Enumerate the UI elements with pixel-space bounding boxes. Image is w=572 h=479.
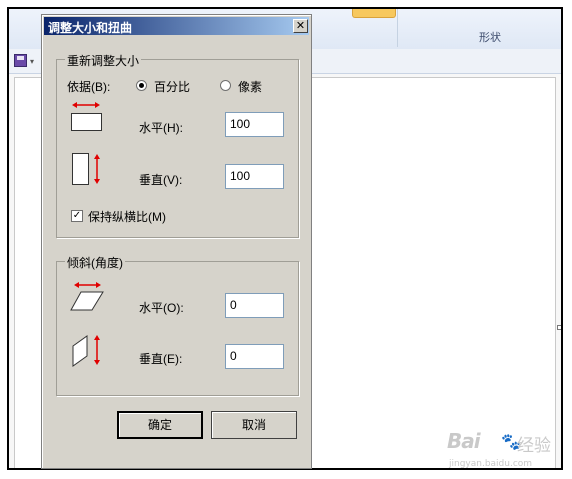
- keep-aspect-ratio-checkbox[interactable]: ✓: [71, 210, 83, 222]
- watermark-brand: Bai: [447, 429, 481, 453]
- radio-percentage[interactable]: [136, 80, 147, 91]
- skew-group: 倾斜(角度) 水平(O): 0 垂直(E): 0: [56, 254, 299, 396]
- resize-group-legend: 重新调整大小: [65, 52, 142, 69]
- skew-vertical-input[interactable]: 0: [225, 344, 284, 369]
- radio-percentage-label[interactable]: 百分比: [154, 78, 190, 95]
- baidu-watermark: Bai 🐾 经验 jingyan.baidu.com: [447, 429, 557, 469]
- watermark-url: jingyan.baidu.com: [449, 459, 533, 469]
- resize-horizontal-input[interactable]: 100: [225, 112, 284, 137]
- skew-horizontal-label: 水平(O):: [139, 301, 184, 315]
- ribbon-group-label-shapes: 形状: [479, 31, 501, 44]
- watermark-cn: 经验: [517, 436, 551, 456]
- resize-vertical-input[interactable]: 100: [225, 164, 284, 189]
- close-button[interactable]: ✕: [293, 19, 308, 33]
- ribbon-gallery-button[interactable]: [352, 9, 396, 18]
- keep-aspect-ratio-label[interactable]: 保持纵横比(M): [88, 208, 166, 225]
- skew-group-legend: 倾斜(角度): [65, 254, 125, 271]
- resize-horizontal-label: 水平(H):: [139, 121, 183, 135]
- horizontal-resize-icon: [71, 102, 102, 131]
- vertical-skew-icon: [72, 335, 100, 367]
- dialog-title: 调整大小和扭曲: [48, 21, 133, 35]
- basis-label: 依据(B):: [67, 80, 111, 94]
- cancel-button[interactable]: 取消: [211, 411, 297, 439]
- radio-pixels[interactable]: [220, 80, 231, 91]
- dialog-titlebar[interactable]: 调整大小和扭曲 ✕: [44, 17, 309, 35]
- save-icon[interactable]: [14, 54, 27, 67]
- resize-skew-dialog: 调整大小和扭曲 ✕ 重新调整大小 依据(B): 百分比 像素 水平(H): 10…: [41, 14, 312, 469]
- qat-dropdown-icon[interactable]: ▾: [30, 57, 34, 66]
- resize-handle[interactable]: [557, 325, 561, 330]
- radio-pixels-label[interactable]: 像素: [238, 78, 262, 95]
- resize-group: 重新调整大小 依据(B): 百分比 像素 水平(H): 100 垂直(V): 1…: [56, 52, 299, 238]
- horizontal-skew-icon: [70, 282, 104, 311]
- close-icon: ✕: [295, 19, 306, 32]
- skew-vertical-label: 垂直(E):: [139, 352, 183, 366]
- ok-button[interactable]: 确定: [117, 411, 203, 439]
- resize-vertical-label: 垂直(V):: [139, 173, 183, 187]
- vertical-resize-icon: [72, 153, 100, 185]
- ribbon-separator: [397, 9, 398, 47]
- skew-horizontal-input[interactable]: 0: [225, 293, 284, 318]
